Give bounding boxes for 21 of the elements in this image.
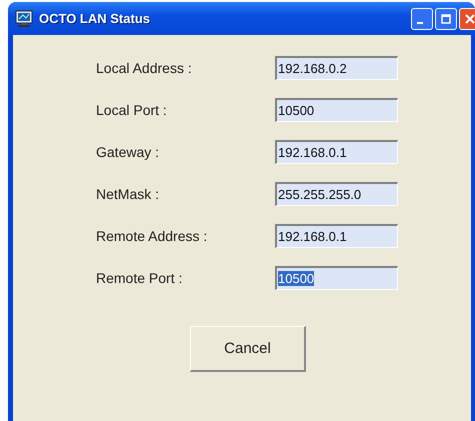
field-label: Local Port : — [96, 102, 168, 118]
maximize-icon — [441, 14, 451, 24]
cancel-button[interactable]: Cancel — [190, 326, 306, 372]
minimize-button[interactable] — [411, 8, 433, 30]
close-icon — [465, 14, 475, 24]
field-label: Local Address : — [96, 60, 193, 76]
input-field[interactable]: 192.168.0.2 — [275, 56, 398, 80]
field-label: Remote Address : — [96, 228, 208, 244]
close-button[interactable] — [459, 8, 475, 30]
field-label: NetMask : — [96, 186, 160, 202]
input-field[interactable]: 192.168.0.1 — [275, 140, 398, 164]
minimize-icon — [417, 22, 423, 24]
input-field[interactable]: 192.168.0.1 — [275, 224, 398, 248]
input-field[interactable]: 10500 — [275, 266, 398, 290]
monitor-icon — [15, 10, 33, 28]
window-title: OCTO LAN Status — [39, 11, 150, 26]
maximize-button[interactable] — [435, 8, 457, 30]
input-field[interactable]: 10500 — [275, 98, 398, 122]
field-label: Remote Port : — [96, 270, 184, 286]
input-field[interactable]: 255.255.255.0 — [275, 182, 398, 206]
field-label: Gateway : — [96, 144, 160, 160]
